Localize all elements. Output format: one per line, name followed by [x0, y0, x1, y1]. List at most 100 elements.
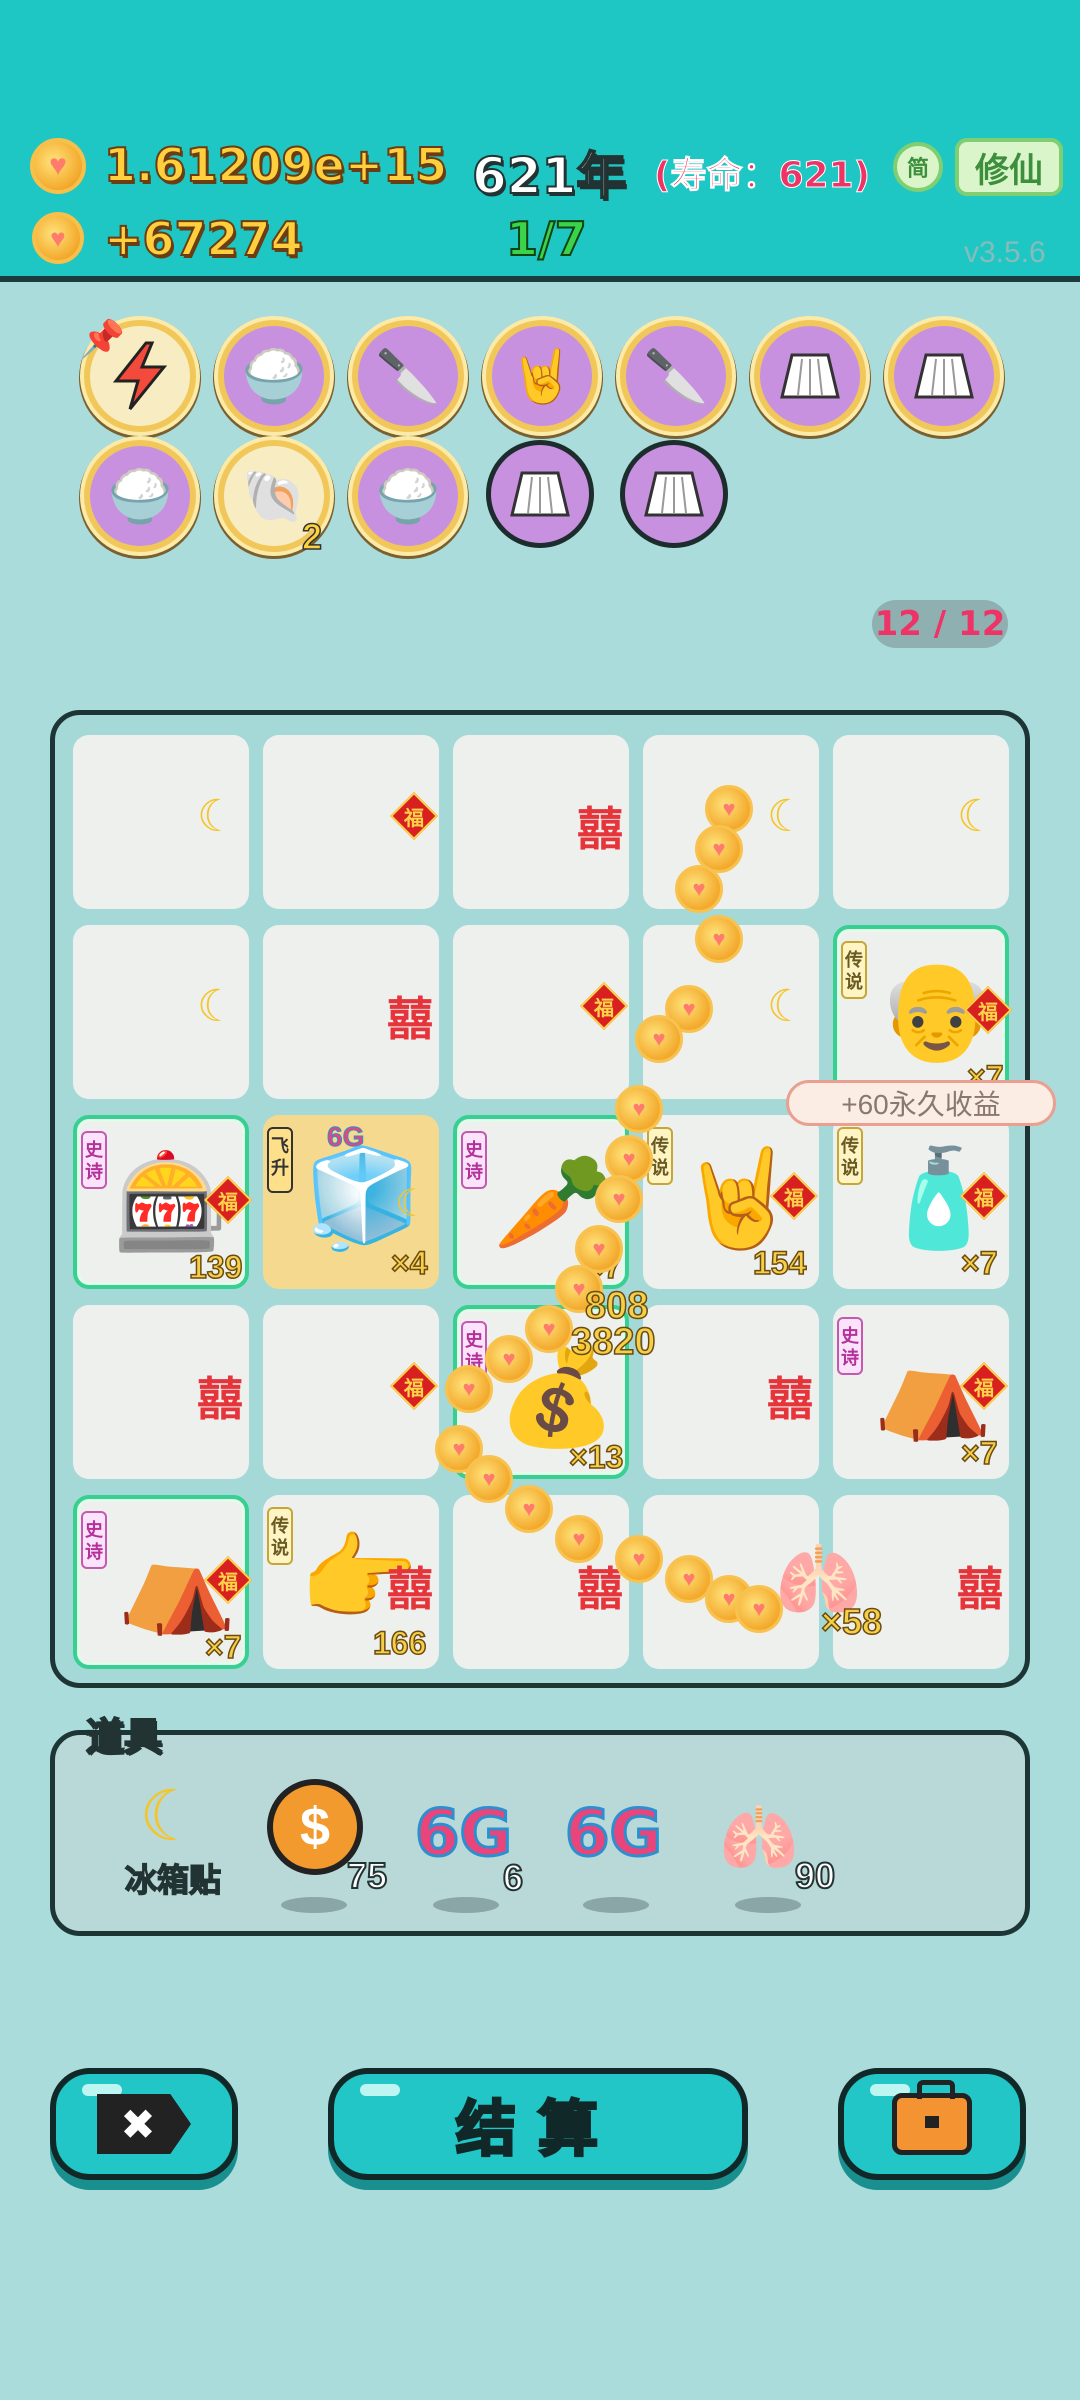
settle-button[interactable]: 结算 [328, 2068, 748, 2180]
item-count: ×7 [960, 1434, 998, 1472]
shell-count: 2 [301, 515, 323, 558]
damage-number: 3820 [570, 1320, 656, 1364]
legend-tag: 传说 [267, 1507, 293, 1565]
fu-diamond-icon: 福 [389, 1361, 439, 1411]
heart-coin-icon: ♥ [32, 212, 84, 264]
board-cell[interactable]: 囍 [73, 1305, 249, 1479]
button-gloss [360, 2084, 400, 2096]
board-cell[interactable]: ☾ [73, 925, 249, 1099]
legend-tag: 传说 [841, 941, 867, 999]
inventory-button[interactable] [838, 2068, 1026, 2180]
board-cell-tent[interactable]: 史诗 ⛺ 福 ×7 [73, 1495, 253, 1669]
stage-progress: 1/7 [505, 211, 588, 267]
trail-coin-icon: ♥ [735, 1585, 783, 1633]
rice-bowls-icon[interactable]: 🍚 [218, 320, 330, 432]
board-cell[interactable]: 囍 [643, 1305, 819, 1479]
sixg-tool[interactable]: 6G [563, 1796, 663, 1873]
board-cell[interactable]: 囍 [263, 925, 439, 1099]
board-cell-fridge[interactable]: 飞升 6G 🧊 ☾ ×4 [263, 1115, 439, 1289]
skirt-icon[interactable] [486, 440, 594, 548]
board-cell[interactable]: 囍 [453, 735, 629, 909]
moon-icon: ☾ [767, 792, 807, 841]
moon-icon: ☾ [197, 792, 237, 841]
tool-shadow [583, 1897, 649, 1913]
year-counter: 621年 [471, 146, 627, 206]
skirt-icon[interactable] [620, 440, 728, 548]
double-happiness-icon: 囍 [197, 1372, 243, 1426]
item-count: 166 [372, 1624, 427, 1662]
liver-tool[interactable]: 🫁 [719, 1801, 799, 1876]
cleaver-icon[interactable]: 🔪 [352, 320, 464, 432]
trail-coin-icon: ♥ [445, 1365, 493, 1413]
rice-bowls-icon[interactable]: 🍚 [84, 440, 196, 552]
cleaver-icon[interactable]: 🔪 [620, 320, 732, 432]
fridge-sticker-tool[interactable]: ☾ 冰箱贴 [124, 1777, 222, 1901]
board-cell[interactable]: ☾ [73, 735, 249, 909]
sixg-count: 6 [502, 1856, 524, 1899]
trail-coin-icon: ♥ [465, 1455, 513, 1503]
double-happiness-icon: 囍 [387, 1562, 433, 1616]
trail-coin-icon: ♥ [615, 1085, 663, 1133]
moon-icon: ☾ [197, 982, 237, 1031]
trail-coin-icon: ♥ [635, 1015, 683, 1063]
item-count: ×4 [390, 1244, 428, 1282]
item-count: 154 [752, 1244, 807, 1282]
income-rate: +67274 [103, 211, 304, 267]
cultivate-button[interactable]: 修仙 [955, 138, 1063, 196]
lifespan-text: (寿命：621) [653, 155, 871, 197]
moon-icon: ☾ [767, 982, 807, 1031]
fu-diamond-icon: 福 [579, 981, 629, 1031]
exit-button[interactable]: ✖ [50, 2068, 238, 2180]
dollar-coin-count: 75 [346, 1854, 388, 1897]
simplified-toggle-button[interactable]: 简 [893, 142, 943, 192]
liver-count: ×58 [820, 1600, 883, 1643]
ascend-tag: 飞升 [267, 1127, 293, 1193]
close-tag-icon: ✖ [97, 2094, 191, 2154]
tool-shadow [735, 1897, 801, 1913]
permanent-income-popup: +60永久收益 [786, 1080, 1056, 1126]
tool-shadow [281, 1897, 347, 1913]
sixg-tool[interactable]: 6G [413, 1796, 513, 1873]
trail-coin-icon: ♥ [695, 915, 743, 963]
board-cell-claw-machine[interactable]: 史诗 🎰 福 139 [73, 1115, 253, 1289]
epic-tag: 史诗 [81, 1131, 107, 1189]
trail-coin-icon: ♥ [595, 1175, 643, 1223]
board-cell-old-man[interactable]: 传说 👴 福 ×7 [833, 925, 1013, 1099]
moon-icon: ☾ [395, 1183, 430, 1225]
item-count: ×7 [960, 1244, 998, 1282]
fridge-sticker-label: 冰箱贴 [124, 1861, 222, 1899]
rice-bowls-icon[interactable]: 🍚 [352, 440, 464, 552]
board-cell[interactable]: 福 [263, 735, 439, 909]
trail-coin-icon: ♥ [525, 1305, 573, 1353]
rock-hand-icon[interactable]: 🤘 [486, 320, 598, 432]
moon-icon: ☾ [139, 1777, 202, 1855]
item-count: ×13 [568, 1438, 624, 1476]
epic-tag: 史诗 [461, 1131, 487, 1189]
epic-tag: 史诗 [81, 1511, 107, 1569]
board-cell-bottle[interactable]: 传说 🧴 福 ×7 [833, 1115, 1009, 1289]
double-happiness-icon: 囍 [577, 802, 623, 856]
trail-coin-icon: ♥ [485, 1335, 533, 1383]
briefcase-icon [892, 2080, 972, 2155]
item-count: ×7 [204, 1628, 242, 1666]
double-happiness-icon: 囍 [387, 992, 433, 1046]
board-cell[interactable]: 福 [263, 1305, 439, 1479]
slot-counter: 12 / 12 [872, 600, 1008, 648]
skirt-icon[interactable] [754, 320, 866, 432]
skirt-icon[interactable] [888, 320, 1000, 432]
tools-panel: ☾ 冰箱贴 $ 75 6G 6 6G 🫁 90 [50, 1730, 1030, 1936]
board-cell-pointing-hand[interactable]: 传说 👉 囍 166 [263, 1495, 439, 1669]
version-label: v3.5.6 [964, 236, 1046, 269]
board-cell-tent[interactable]: 史诗 ⛺ 福 ×7 [833, 1305, 1009, 1479]
item-count: 139 [188, 1248, 243, 1286]
double-happiness-icon: 囍 [957, 1562, 1003, 1616]
settle-label: 结算 [455, 2093, 620, 2166]
board-cell[interactable]: 福 [453, 925, 629, 1099]
tools-title: 道具 [85, 1714, 163, 1760]
board-cell[interactable]: ☾ [833, 735, 1009, 909]
liver-count: 90 [794, 1854, 836, 1897]
fu-diamond-icon: 福 [389, 791, 439, 841]
board-cell-rock-hand[interactable]: 传说 🤘 福 154 [643, 1115, 819, 1289]
game-board: ☾ 福 囍 ☾ ☾ ☾ 囍 福 ☾ 传说 👴 福 ×7 史诗 🎰 福 139 飞… [50, 710, 1030, 1688]
trail-coin-icon: ♥ [615, 1535, 663, 1583]
